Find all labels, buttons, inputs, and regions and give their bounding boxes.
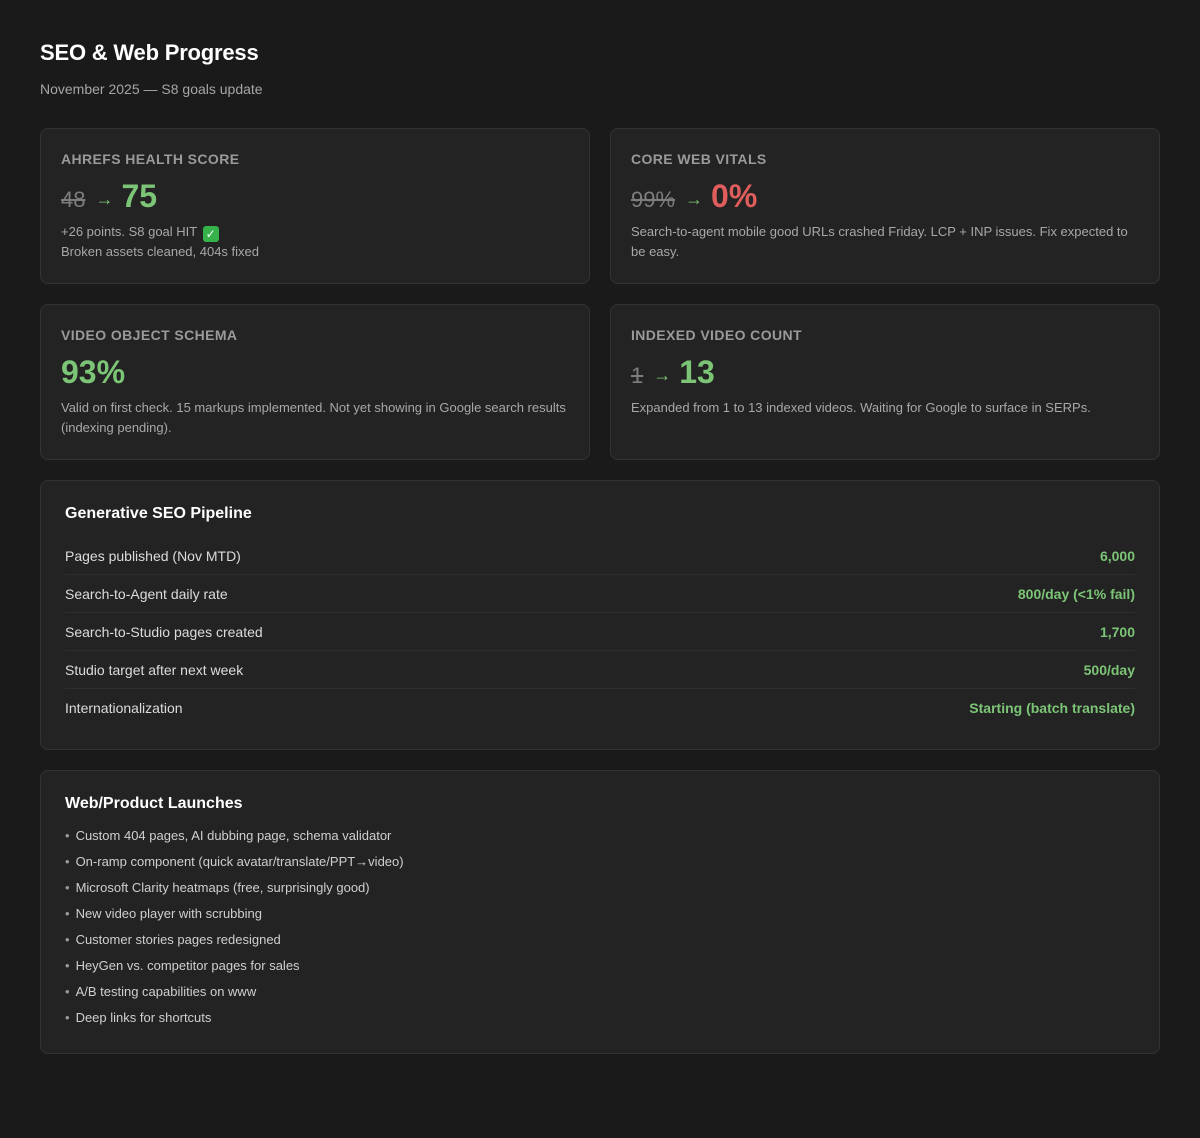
note-line: Valid on first check. 15 markups impleme…: [61, 400, 566, 435]
metric-value: 93%: [61, 354, 569, 392]
card-label: Indexed Video Count: [631, 327, 802, 343]
old-value: 99%: [631, 187, 676, 212]
page-title: SEO & Web Progress: [40, 40, 259, 65]
row-label: Search-to-Studio pages created: [65, 623, 263, 640]
dashboard-page: SEO & Web Progress November 2025 — S8 go…: [0, 0, 1200, 1054]
card-note: Expanded from 1 to 13 indexed videos. Wa…: [631, 398, 1139, 418]
list-item: Deep links for shortcuts: [65, 1005, 1135, 1031]
card-core-web-vitals: Core Web Vitals 99% → 0% Search-to-agent…: [610, 128, 1160, 284]
generative-seo-pipeline-panel: Generative SEO Pipeline Pages published …: [40, 480, 1160, 750]
arrow-right-icon: →: [653, 365, 672, 385]
note-line: Expanded from 1 to 13 indexed videos. Wa…: [631, 400, 1091, 415]
card-ahrefs-health-score: Ahrefs Health Score 48 → 75 +26 points. …: [40, 128, 590, 284]
list-item: Customer stories pages redesigned: [65, 927, 1135, 953]
launch-list: Custom 404 pages, AI dubbing page, schem…: [65, 823, 1135, 1031]
card-indexed-video-count: Indexed Video Count 1 → 13 Expanded from…: [610, 304, 1160, 460]
list-item: Microsoft Clarity heatmaps (free, surpri…: [65, 875, 1135, 901]
row-label: Studio target after next week: [65, 661, 244, 678]
old-value: 48: [61, 187, 86, 212]
pipeline-row: Search-to-Agent daily rate 800/day (<1% …: [65, 575, 1135, 613]
arrow-right-icon: →: [685, 189, 704, 209]
note-line: +26 points. S8 goal HIT: [61, 224, 197, 239]
card-label: Ahrefs Health Score: [61, 151, 240, 167]
card-note: +26 points. S8 goal HIT ✓ Broken assets …: [61, 222, 569, 262]
list-item: Custom 404 pages, AI dubbing page, schem…: [65, 823, 1135, 849]
new-value: 93%: [61, 354, 126, 390]
new-value: 75: [121, 178, 158, 214]
old-value: 1: [631, 363, 644, 388]
pipeline-row: Internationalization Starting (batch tra…: [65, 689, 1135, 727]
metric-cards-grid: Ahrefs Health Score 48 → 75 +26 points. …: [40, 128, 1160, 460]
row-value: 500/day: [1083, 661, 1135, 678]
new-value: 13: [679, 354, 715, 390]
note-line: Broken assets cleaned, 404s fixed: [61, 244, 260, 259]
card-label: Video Object Schema: [61, 327, 238, 343]
row-label: Internationalization: [65, 700, 183, 716]
row-value: 1,700: [1099, 623, 1135, 640]
pipeline-row: Search-to-Studio pages created 1,700: [65, 613, 1135, 651]
list-item: On-ramp component (quick avatar/translat…: [65, 849, 1135, 875]
row-label: Pages published (Nov MTD): [65, 547, 241, 564]
pipeline-row: Studio target after next week 500/day: [65, 651, 1135, 689]
panel-title: Generative SEO Pipeline: [65, 505, 252, 522]
list-item: A/B testing capabilities on www: [65, 979, 1135, 1005]
new-value: 0%: [711, 178, 758, 214]
web-product-launches-panel: Web/Product Launches Custom 404 pages, A…: [40, 770, 1160, 1054]
card-label: Core Web Vitals: [631, 151, 767, 167]
card-note: Search-to-agent mobile good URLs crashed…: [631, 222, 1139, 262]
pipeline-row: Pages published (Nov MTD) 6,000: [65, 537, 1135, 575]
card-video-object-schema: Video Object Schema 93% Valid on first c…: [40, 304, 590, 460]
list-item: HeyGen vs. competitor pages for sales: [65, 953, 1135, 979]
metric-change: 48 → 75: [61, 178, 569, 216]
card-note: Valid on first check. 15 markups impleme…: [61, 398, 569, 438]
note-line: Search-to-agent mobile good URLs crashed…: [631, 224, 1128, 259]
arrow-right-icon: →: [95, 189, 114, 209]
row-value: 6,000: [1099, 547, 1135, 564]
list-item: New video player with scrubbing: [65, 901, 1135, 927]
row-value: Starting (batch translate): [969, 700, 1135, 716]
page-subtitle: November 2025 — S8 goals update: [40, 81, 263, 97]
row-value: 800/day (<1% fail): [1017, 585, 1135, 602]
row-label: Search-to-Agent daily rate: [65, 585, 228, 602]
panel-title: Web/Product Launches: [65, 795, 243, 812]
check-mark-icon: ✓: [202, 226, 219, 242]
metric-change: 99% → 0%: [631, 178, 1139, 216]
metric-change: 1 → 13: [631, 354, 1139, 392]
